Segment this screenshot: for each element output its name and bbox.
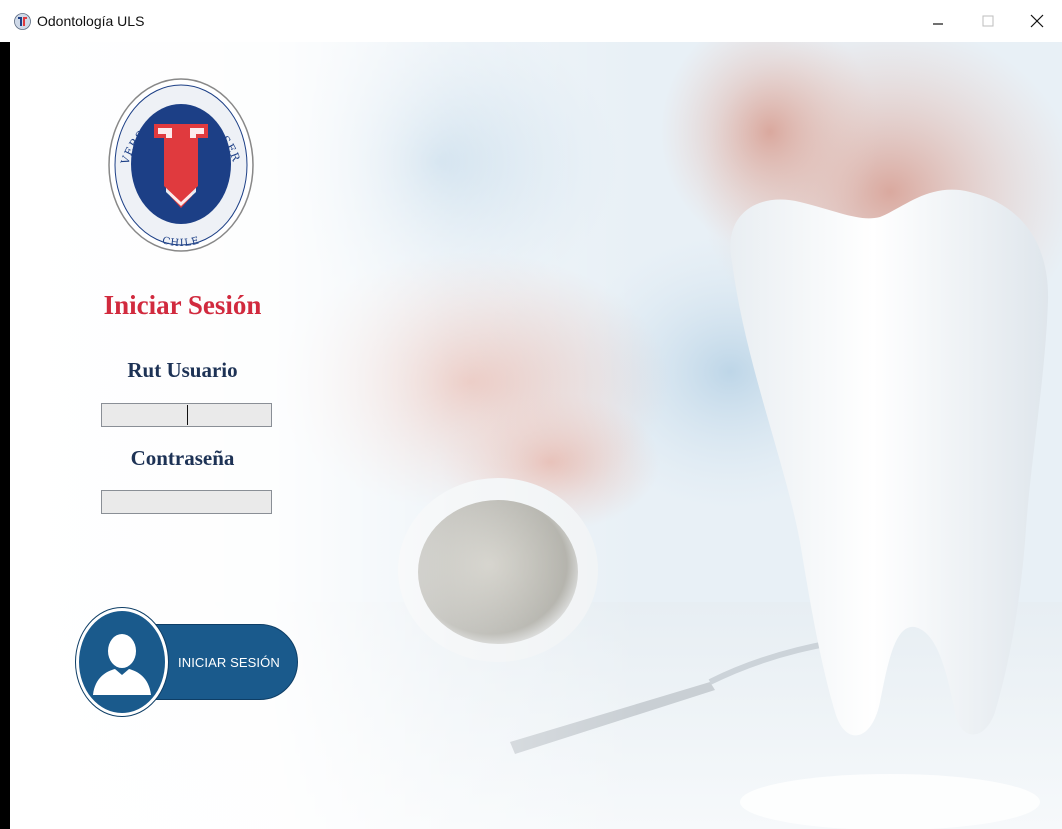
password-label: Contraseña: [130, 446, 235, 470]
user-icon: [93, 634, 151, 695]
login-button-circle: [76, 608, 168, 716]
password-input[interactable]: [101, 490, 272, 514]
rut-label: Rut Usuario: [127, 358, 238, 382]
login-title: Iniciar Sesión: [103, 290, 262, 320]
maximize-icon: [982, 15, 994, 27]
login-button-label: INICIAR SESIÓN: [178, 655, 280, 670]
title-bar[interactable]: Odontología ULS: [0, 0, 1062, 42]
text-caret: [187, 405, 188, 425]
university-logo: UNIVERSIDAD DE LA SERENA CHILE: [108, 76, 254, 252]
minimize-button[interactable]: [913, 0, 963, 42]
app-window: Odontología ULS VE ER CHILE Iniciar Sesi…: [0, 0, 1062, 829]
login-screen: UNIVERSIDAD DE LA SERENA CHILE Iniciar S…: [10, 42, 1062, 829]
login-button[interactable]: INICIAR SESIÓN: [76, 608, 298, 716]
window-title: Odontología ULS: [37, 13, 145, 29]
maximize-button[interactable]: [963, 0, 1013, 42]
uls-logo-icon: [14, 13, 31, 30]
close-button[interactable]: [1012, 0, 1062, 42]
close-icon: [1030, 14, 1044, 28]
minimize-icon: [933, 23, 943, 25]
